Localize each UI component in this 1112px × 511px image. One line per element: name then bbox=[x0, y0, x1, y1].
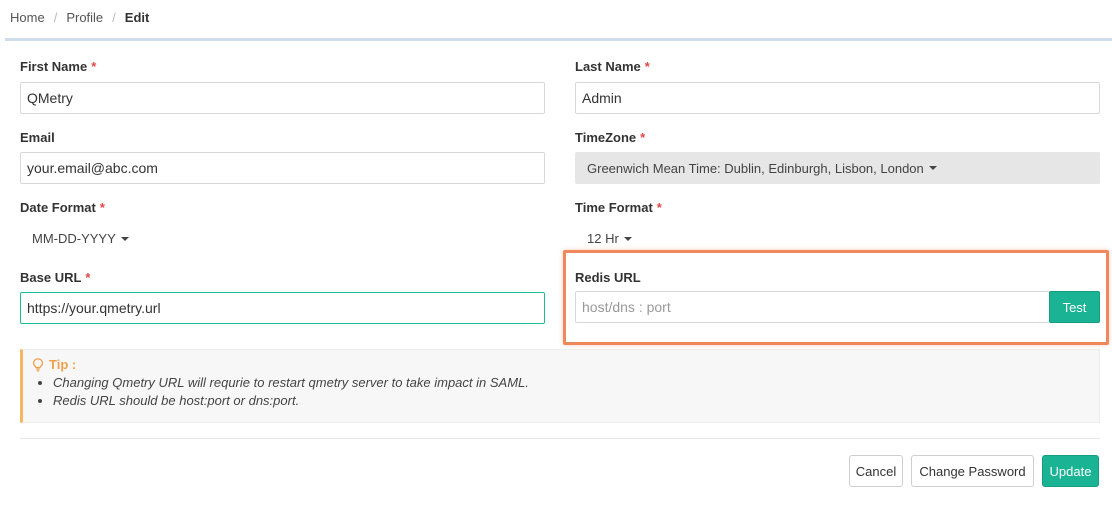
tip-item: Changing Qmetry URL will requrie to rest… bbox=[53, 374, 529, 392]
breadcrumb: Home / Profile / Edit bbox=[10, 10, 149, 25]
first-name-input[interactable] bbox=[20, 82, 545, 114]
base-url-label: Base URL * bbox=[20, 270, 90, 285]
required-mark: * bbox=[85, 270, 91, 285]
base-url-input[interactable] bbox=[20, 292, 545, 324]
tip-title: Tip : bbox=[33, 357, 76, 372]
caret-down-icon bbox=[120, 236, 129, 241]
breadcrumb-separator: / bbox=[53, 10, 58, 25]
breadcrumb-profile-link[interactable]: Profile bbox=[66, 10, 103, 25]
required-mark: * bbox=[99, 200, 105, 215]
breadcrumb-current: Edit bbox=[124, 10, 150, 25]
timezone-label: TimeZone * bbox=[575, 130, 645, 145]
required-mark: * bbox=[640, 130, 646, 145]
date-format-label: Date Format * bbox=[20, 200, 105, 215]
header-divider bbox=[5, 38, 1112, 41]
breadcrumb-separator: / bbox=[112, 10, 116, 25]
tip-item: Redis URL should be host:port or dns:por… bbox=[53, 392, 529, 410]
last-name-label: Last Name * bbox=[575, 59, 650, 74]
first-name-label: First Name * bbox=[20, 59, 96, 74]
tip-box: Tip : Changing Qmetry URL will requrie t… bbox=[20, 349, 1100, 423]
required-mark: * bbox=[656, 200, 662, 215]
breadcrumb-home-link[interactable]: Home bbox=[10, 10, 45, 25]
email-label: Email bbox=[20, 130, 55, 145]
change-password-button[interactable]: Change Password bbox=[911, 455, 1034, 487]
required-mark: * bbox=[644, 59, 650, 74]
last-name-label-text: Last Name bbox=[575, 59, 641, 74]
last-name-input[interactable] bbox=[575, 82, 1100, 114]
email-label-text: Email bbox=[20, 130, 55, 145]
tip-title-text: Tip : bbox=[49, 357, 77, 372]
required-mark: * bbox=[91, 59, 97, 74]
caret-down-icon bbox=[928, 166, 937, 170]
redis-url-label: Redis URL bbox=[575, 270, 641, 285]
footer-divider bbox=[20, 438, 1100, 439]
date-format-dropdown[interactable]: MM-DD-YYYY bbox=[32, 231, 129, 246]
redis-url-label-text: Redis URL bbox=[575, 270, 641, 285]
lightbulb-icon bbox=[33, 357, 43, 371]
test-redis-button[interactable]: Test bbox=[1049, 291, 1100, 323]
tip-list: Changing Qmetry URL will requrie to rest… bbox=[33, 374, 529, 410]
timezone-label-text: TimeZone bbox=[575, 130, 637, 145]
timezone-value: Greenwich Mean Time: Dublin, Edinburgh, … bbox=[587, 160, 924, 176]
redis-url-input[interactable] bbox=[575, 291, 1050, 323]
time-format-label: Time Format * bbox=[575, 200, 662, 215]
caret-down-icon bbox=[623, 236, 632, 241]
time-format-dropdown[interactable]: 12 Hr bbox=[587, 231, 632, 246]
email-input[interactable] bbox=[20, 152, 545, 184]
date-format-label-text: Date Format bbox=[20, 200, 96, 215]
time-format-value: 12 Hr bbox=[587, 231, 619, 246]
timezone-select[interactable]: Greenwich Mean Time: Dublin, Edinburgh, … bbox=[575, 152, 1100, 184]
cancel-button[interactable]: Cancel bbox=[849, 455, 903, 487]
first-name-label-text: First Name bbox=[20, 59, 88, 74]
base-url-label-text: Base URL bbox=[20, 270, 82, 285]
update-button[interactable]: Update bbox=[1042, 455, 1099, 487]
time-format-label-text: Time Format bbox=[575, 200, 653, 215]
date-format-value: MM-DD-YYYY bbox=[32, 231, 116, 246]
